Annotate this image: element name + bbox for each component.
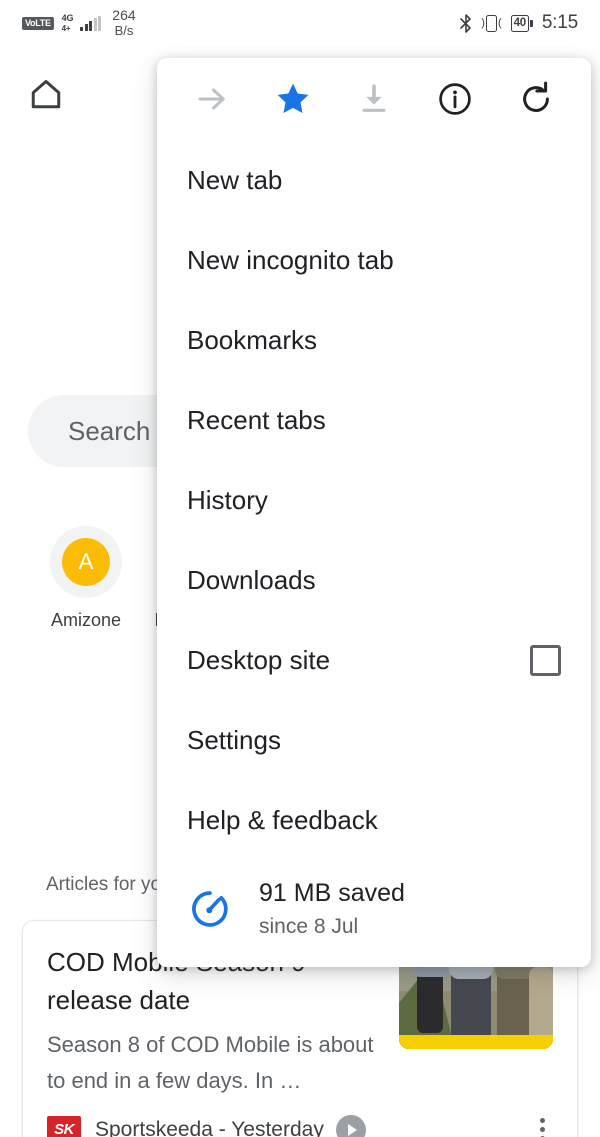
phone-screen: VoLTE 4G 4+ 264 B/s ) (40 5:15 Search A… bbox=[0, 0, 600, 1137]
data-saver-gauge-glyph-icon bbox=[192, 891, 228, 927]
network-indicator: 4G 4+ bbox=[61, 12, 74, 33]
menu-item-downloads[interactable]: Downloads bbox=[157, 540, 591, 620]
menu-item-bookmarks[interactable]: Bookmarks bbox=[157, 300, 591, 380]
menu-item-label: Recent tabs bbox=[187, 404, 326, 435]
data-saver-text: 91 MB saved since 8 Jul bbox=[259, 877, 405, 942]
menu-item-list: New tab New incognito tab Bookmarks Rece… bbox=[157, 140, 591, 958]
network-sub-label: 4+ bbox=[61, 23, 71, 33]
bookmark-button[interactable] bbox=[264, 70, 322, 128]
battery-icon: 40 bbox=[510, 14, 533, 32]
forward-button[interactable] bbox=[183, 70, 241, 128]
network-generation-label: 4G bbox=[61, 12, 74, 23]
status-bar-left: VoLTE 4G 4+ 264 B/s bbox=[22, 8, 136, 38]
menu-item-history[interactable]: History bbox=[157, 460, 591, 540]
volte-icon: VoLTE bbox=[22, 16, 54, 30]
battery-body: 40 bbox=[510, 14, 529, 32]
menu-item-label: Bookmarks bbox=[187, 324, 318, 355]
menu-item-label: Desktop site bbox=[187, 644, 331, 675]
menu-item-label: Settings bbox=[187, 724, 281, 755]
battery-level-label: 40 bbox=[513, 17, 527, 29]
menu-item-label: History bbox=[187, 484, 268, 515]
menu-item-settings[interactable]: Settings bbox=[157, 700, 591, 780]
vibrate-wave-left: ) bbox=[481, 16, 485, 29]
menu-item-label: Help & feedback bbox=[187, 804, 378, 835]
status-bar: VoLTE 4G 4+ 264 B/s ) (40 5:15 bbox=[0, 0, 600, 46]
vibrate-phone-body bbox=[485, 14, 497, 32]
star-icon bbox=[277, 83, 309, 113]
menu-item-new-tab[interactable]: New tab bbox=[157, 140, 591, 220]
signal-strength-icon bbox=[80, 15, 102, 31]
menu-item-desktop-site[interactable]: Desktop site bbox=[157, 620, 591, 700]
data-speed-indicator: 264 B/s bbox=[112, 7, 136, 39]
forward-icon bbox=[198, 88, 225, 110]
menu-item-recent-tabs[interactable]: Recent tabs bbox=[157, 380, 591, 460]
status-bar-clock: 5:15 bbox=[541, 12, 578, 33]
reload-button[interactable] bbox=[507, 70, 565, 128]
vibrate-icon: ) ( bbox=[481, 14, 502, 32]
data-saver-since: since 8 Jul bbox=[259, 914, 359, 938]
menu-toolbar bbox=[157, 58, 591, 140]
data-saver-amount: 91 MB saved bbox=[259, 878, 405, 907]
battery-cap bbox=[530, 19, 533, 27]
menu-item-data-saver[interactable]: 91 MB saved since 8 Jul bbox=[157, 860, 591, 958]
reload-icon bbox=[523, 81, 549, 112]
menu-item-label: New tab bbox=[187, 164, 283, 195]
info-icon bbox=[439, 83, 471, 115]
menu-item-new-incognito-tab[interactable]: New incognito tab bbox=[157, 220, 591, 300]
bluetooth-icon bbox=[460, 13, 472, 33]
download-icon bbox=[362, 84, 386, 112]
data-speed-value: 264 bbox=[112, 7, 136, 23]
desktop-site-checkbox[interactable] bbox=[530, 644, 561, 676]
data-saver-gauge-icon bbox=[187, 886, 233, 932]
download-page-button[interactable] bbox=[345, 70, 403, 128]
status-bar-right: ) ( 40 5:15 bbox=[460, 12, 578, 34]
page-info-button[interactable] bbox=[426, 70, 484, 128]
menu-item-help-feedback[interactable]: Help & feedback bbox=[157, 780, 591, 860]
vibrate-wave-right: ( bbox=[497, 16, 502, 29]
data-speed-unit: B/s bbox=[114, 23, 134, 38]
chrome-overflow-menu: New tab New incognito tab Bookmarks Rece… bbox=[157, 58, 591, 967]
menu-item-label: Downloads bbox=[187, 564, 316, 595]
menu-item-label: New incognito tab bbox=[187, 244, 394, 275]
